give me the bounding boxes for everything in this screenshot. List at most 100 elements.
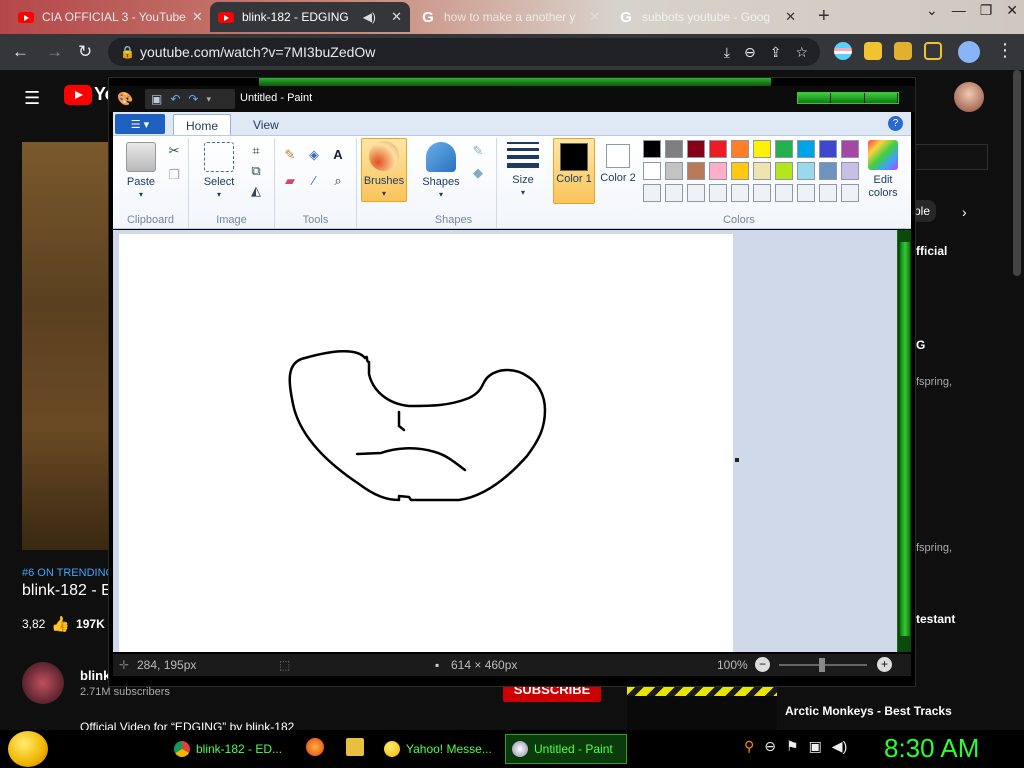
rec-thumbnail[interactable] — [627, 684, 777, 730]
taskbar-item-paint[interactable]: Untitled - Paint — [505, 734, 627, 764]
zoom-icon[interactable]: ⊖ — [744, 38, 756, 66]
palette-swatch[interactable] — [819, 140, 837, 158]
zoom-in-icon[interactable]: + — [877, 657, 892, 672]
palette-swatch[interactable] — [709, 140, 727, 158]
palette-swatch[interactable] — [753, 140, 771, 158]
pencil-icon[interactable]: ✎ — [281, 146, 299, 164]
minus-circle-icon[interactable]: ⊖ — [764, 738, 776, 755]
size-button[interactable]: Size ▾ — [501, 138, 545, 202]
close-icon[interactable]: ✕ — [186, 9, 203, 25]
palette-swatch[interactable] — [841, 140, 859, 158]
palette-swatch[interactable] — [709, 184, 727, 202]
palette-swatch[interactable] — [665, 162, 683, 180]
fill-icon[interactable]: ◆ — [469, 164, 487, 182]
search-icon[interactable]: ⚲ — [744, 738, 754, 755]
edit-colors-button[interactable]: Edit colors — [859, 138, 907, 202]
folder-icon[interactable] — [346, 738, 364, 756]
text-tool-icon[interactable]: A — [329, 146, 347, 164]
palette-swatch[interactable] — [687, 184, 705, 202]
scroll-thumb[interactable] — [900, 242, 910, 636]
crop-icon[interactable]: ⌗ — [247, 142, 265, 160]
close-icon[interactable]: ✕ — [385, 9, 402, 25]
reload-icon[interactable]: ↻ — [78, 42, 92, 62]
profile-avatar[interactable] — [958, 41, 980, 63]
palette-swatch[interactable] — [731, 140, 749, 158]
back-icon[interactable]: ← — [12, 42, 29, 62]
maximize-icon[interactable] — [831, 93, 865, 103]
flag-extension-icon[interactable] — [834, 42, 852, 60]
palette-swatch[interactable] — [819, 162, 837, 180]
palette-swatch[interactable] — [819, 184, 837, 202]
palette-swatch[interactable] — [643, 184, 661, 202]
taskbar-item-yahoo[interactable]: Yahoo! Messe... — [378, 734, 502, 764]
side-panel-icon[interactable] — [924, 42, 942, 60]
search-box-fragment[interactable] — [910, 144, 988, 170]
network-icon[interactable]: ▣ — [809, 738, 822, 755]
resize-icon[interactable]: ⧉ — [247, 162, 265, 180]
palette-swatch[interactable] — [731, 162, 749, 180]
color-picker-icon[interactable]: ⁄ — [305, 172, 323, 190]
brushes-button[interactable]: Brushes ▾ — [361, 138, 407, 202]
taskbar-clock[interactable]: 8:30 AM — [884, 733, 979, 764]
start-button-smiley-icon[interactable] — [8, 731, 48, 767]
palette-swatch[interactable] — [643, 140, 661, 158]
eraser-icon[interactable]: ▰ — [281, 172, 299, 190]
vertical-scrollbar[interactable] — [897, 230, 911, 652]
palette-swatch[interactable] — [709, 162, 727, 180]
select-button[interactable]: Select ▾ — [195, 140, 243, 204]
forward-icon[interactable]: → — [46, 42, 63, 62]
paste-button[interactable]: Paste ▾ — [117, 140, 165, 204]
flag-icon[interactable]: ⚑ — [786, 738, 799, 755]
palette-swatch[interactable] — [775, 140, 793, 158]
palette-swatch[interactable] — [665, 184, 683, 202]
palette-swatch[interactable] — [775, 184, 793, 202]
close-icon[interactable]: ✕ — [779, 9, 796, 25]
install-icon[interactable]: ⤓ — [724, 38, 730, 66]
rotate-icon[interactable]: ◭ — [247, 182, 265, 200]
address-bar[interactable]: 🔒 youtube.com/watch?v=7MI3buZedOw ⤓ ⊖ ⇪ … — [108, 38, 820, 66]
share-icon[interactable]: ⇪ — [770, 38, 782, 66]
page-scrollbar[interactable] — [1013, 70, 1021, 276]
hamburger-icon[interactable]: ☰ — [24, 88, 40, 109]
tab-blink-182[interactable]: blink-182 - EDGING ◀) ✕ — [210, 2, 410, 32]
palette-swatch[interactable] — [665, 140, 683, 158]
palette-swatch[interactable] — [687, 162, 705, 180]
rec-title[interactable]: fficial — [916, 244, 947, 258]
puzzle-icon[interactable] — [864, 42, 882, 60]
redo-icon[interactable]: ↷ — [188, 92, 198, 106]
undo-icon[interactable]: ↶ — [170, 92, 180, 106]
speaker-icon[interactable]: ◀) — [363, 10, 376, 24]
palette-swatch[interactable] — [797, 162, 815, 180]
shapes-button[interactable]: Shapes ▾ — [417, 140, 465, 204]
lock-icon[interactable]: 🔒 — [120, 38, 135, 66]
minimize-icon[interactable]: — — [952, 2, 966, 19]
rec-title[interactable]: testant — [916, 612, 955, 626]
magnifier-icon[interactable]: ⌕ — [329, 172, 347, 190]
rec-title-arctic-monkeys[interactable]: Arctic Monkeys - Best Tracks — [785, 704, 952, 718]
palette-swatch[interactable] — [753, 162, 771, 180]
copy-icon[interactable]: ❐ — [165, 166, 183, 184]
new-tab-button[interactable]: + — [818, 5, 830, 28]
palette-swatch[interactable] — [797, 140, 815, 158]
reading-list-icon[interactable] — [894, 42, 912, 60]
paint-app-icon[interactable]: 🎨 — [117, 91, 133, 107]
taskbar-item-chrome[interactable]: blink-182 - ED... — [168, 734, 292, 764]
palette-swatch[interactable] — [841, 184, 859, 202]
video-player[interactable] — [22, 142, 112, 550]
palette-swatch[interactable] — [841, 162, 859, 180]
tab-cia-official[interactable]: CIA OFFICIAL 3 - YouTube ✕ — [10, 2, 206, 32]
help-icon[interactable]: ? — [888, 116, 903, 131]
firefox-icon[interactable] — [306, 738, 324, 756]
file-menu-button[interactable]: ☰ ▾ — [115, 114, 165, 134]
tab-subbots[interactable]: G subbots youtube - Goog ✕ — [610, 2, 804, 32]
paint-titlebar[interactable]: 🎨 ▣ ↶ ↷ ▾ Untitled - Paint — [109, 86, 915, 112]
close-icon[interactable]: ✕ — [583, 9, 600, 25]
close-window-icon[interactable]: ✕ — [1006, 2, 1018, 19]
color2-button[interactable]: Color 2 — [597, 138, 639, 204]
canvas-resize-handle[interactable] — [735, 458, 739, 462]
minimize-icon[interactable] — [798, 93, 832, 103]
zoom-out-icon[interactable]: − — [755, 657, 770, 672]
tab-home[interactable]: Home — [173, 114, 232, 136]
palette-swatch[interactable] — [753, 184, 771, 202]
qat-dropdown-icon[interactable]: ▾ — [206, 94, 211, 105]
